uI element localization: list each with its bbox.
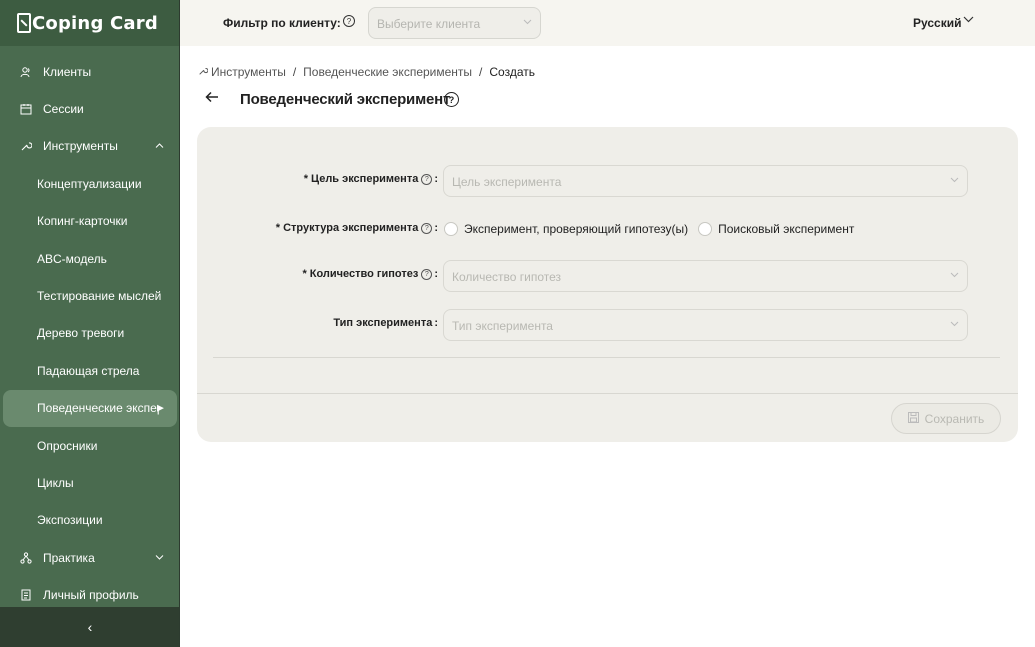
sidebar-item-cycles[interactable]: Циклы	[0, 464, 180, 501]
radio-hypothesis-testing[interactable]: Эксперимент, проверяющий гипотезу(ы)	[444, 222, 688, 236]
required-marker: *	[303, 173, 309, 185]
hypotheses-select[interactable]: Количество гипотез	[443, 260, 968, 292]
sidebar-item-downward-arrow[interactable]: Падающая стрела	[0, 352, 180, 389]
sidebar-item-label: Экспозиции	[37, 513, 103, 528]
chevron-down-icon[interactable]	[963, 15, 974, 26]
chevron-down-icon	[523, 17, 532, 27]
breadcrumb: Инструменты / Поведенческие эксперименты…	[198, 65, 535, 79]
save-button[interactable]: Сохранить	[891, 403, 1001, 434]
sidebar-item-label: Клиенты	[43, 64, 92, 79]
structure-radio-group: Эксперимент, проверяющий гипотезу(ы) Пои…	[444, 222, 864, 236]
sidebar-item-abc-model[interactable]: ABC-модель	[0, 240, 180, 277]
structure-label: * Структура эксперимента ? :	[275, 222, 438, 234]
help-icon[interactable]: ?	[421, 173, 433, 185]
sidebar-item-label: Тестирование мыслей	[37, 289, 162, 304]
sidebar-item-label: Дерево тревоги	[37, 326, 125, 341]
sidebar: Coping Card Клиенты Сессии Инструменты К…	[0, 0, 180, 647]
sidebar-item-questionnaires[interactable]: Опросники	[0, 427, 180, 464]
sidebar-item-sessions[interactable]: Сессии	[0, 90, 180, 127]
sidebar-nav: Клиенты Сессии Инструменты Концептуализа…	[0, 53, 180, 614]
chevron-down-icon	[950, 175, 959, 185]
type-placeholder: Тип эксперимента	[452, 319, 553, 333]
sidebar-item-label: Инструменты	[43, 139, 118, 154]
type-label: Тип эксперимента :	[333, 317, 438, 329]
help-icon[interactable]: ?	[421, 222, 433, 234]
sidebar-item-tools[interactable]: Инструменты	[0, 128, 180, 165]
sidebar-collapse-button[interactable]: ‹	[0, 607, 180, 647]
chevron-left-icon: ‹	[87, 619, 93, 635]
experiment-form-card: * Цель эксперимента ? : Цель эксперимент…	[197, 127, 1018, 442]
help-icon[interactable]: ?	[421, 268, 433, 280]
client-filter-label: Фильтр по клиенту:	[223, 16, 341, 30]
sidebar-item-label: Опросники	[37, 438, 98, 453]
radio-label: Поисковый эксперимент	[718, 222, 855, 236]
breadcrumb-tools[interactable]: Инструменты	[211, 65, 286, 79]
top-header: Фильтр по клиенту: ? Выберите клиента Ру…	[180, 0, 1035, 46]
sidebar-item-exposures[interactable]: Экспозиции	[0, 502, 180, 539]
chevron-down-icon	[155, 552, 164, 563]
sidebar-item-practice[interactable]: Практика	[0, 539, 180, 576]
hypotheses-label-text: Количество гипотез	[309, 268, 419, 280]
sidebar-item-anxiety-tree[interactable]: Дерево тревоги	[0, 315, 180, 352]
tools-icon	[198, 66, 209, 79]
radio-button[interactable]	[444, 222, 458, 236]
chevron-up-icon	[155, 141, 164, 152]
sidebar-item-label: Циклы	[37, 475, 74, 490]
chevron-down-icon	[950, 319, 959, 329]
save-icon	[907, 411, 919, 426]
required-marker: *	[275, 222, 281, 234]
page-title: Поведенческий эксперимент	[240, 91, 451, 108]
breadcrumb-separator: /	[479, 65, 483, 79]
sidebar-item-clients[interactable]: Клиенты	[0, 53, 180, 90]
type-label-text: Тип эксперимента	[333, 317, 433, 329]
divider	[213, 357, 1000, 358]
save-button-label: Сохранить	[924, 411, 985, 426]
breadcrumb-behavioral-experiments[interactable]: Поведенческие эксперименты	[303, 65, 472, 79]
radio-button[interactable]	[698, 222, 713, 236]
sidebar-item-label: Копинг-карточки	[37, 214, 128, 229]
sidebar-item-label: Поведенческие экспери	[37, 401, 159, 416]
structure-label-text: Структура эксперимента	[283, 222, 419, 234]
divider	[197, 393, 1018, 394]
goal-select[interactable]: Цель эксперимента	[443, 165, 968, 197]
goal-label-text: Цель эксперимента	[311, 173, 419, 185]
calendar-icon	[20, 103, 32, 115]
help-icon[interactable]: ?	[444, 92, 459, 107]
breadcrumb-current: Создать	[489, 65, 535, 79]
radio-exploratory[interactable]: Поисковый эксперимент	[698, 222, 854, 236]
goal-placeholder: Цель эксперимента	[452, 175, 562, 189]
users-icon	[20, 66, 32, 78]
sidebar-item-behavioral-experiments[interactable]: Поведенческие экспери ▶	[3, 389, 177, 427]
logo-text: Coping Card	[32, 12, 158, 34]
help-icon[interactable]: ?	[343, 15, 355, 27]
radio-label: Эксперимент, проверяющий гипотезу(ы)	[464, 222, 689, 236]
sidebar-item-thought-testing[interactable]: Тестирование мыслей	[0, 277, 180, 314]
sidebar-item-label: ABC-модель	[37, 251, 107, 266]
client-select[interactable]: Выберите клиента	[368, 7, 541, 39]
sidebar-border	[179, 0, 180, 647]
sidebar-item-label: Концептуализации	[37, 176, 142, 191]
logo[interactable]: Coping Card	[0, 0, 180, 46]
hypotheses-label: * Количество гипотез ? :	[302, 268, 438, 280]
sidebar-item-conceptualizations[interactable]: Концептуализации	[0, 165, 180, 202]
logo-icon	[17, 13, 31, 33]
cursor-icon: ▶	[157, 402, 164, 413]
sidebar-item-label: Практика	[43, 550, 95, 565]
sidebar-item-label: Личный профиль	[43, 588, 139, 603]
type-select[interactable]: Тип эксперимента	[443, 309, 968, 341]
back-arrow-icon[interactable]	[205, 90, 219, 107]
goal-label: * Цель эксперимента ? :	[303, 173, 438, 185]
required-marker: *	[302, 268, 307, 280]
hypotheses-placeholder: Количество гипотез	[452, 270, 562, 284]
sidebar-item-label: Сессии	[43, 102, 84, 117]
practice-icon	[20, 552, 32, 564]
profile-icon	[20, 589, 32, 601]
breadcrumb-separator: /	[292, 65, 297, 79]
sidebar-item-label: Падающая стрела	[37, 363, 140, 378]
language-selector[interactable]: Русский	[913, 16, 962, 30]
client-select-placeholder: Выберите клиента	[377, 17, 481, 31]
tools-icon	[20, 140, 32, 152]
sidebar-item-coping-cards[interactable]: Копинг-карточки	[0, 203, 180, 240]
chevron-down-icon	[950, 270, 959, 280]
